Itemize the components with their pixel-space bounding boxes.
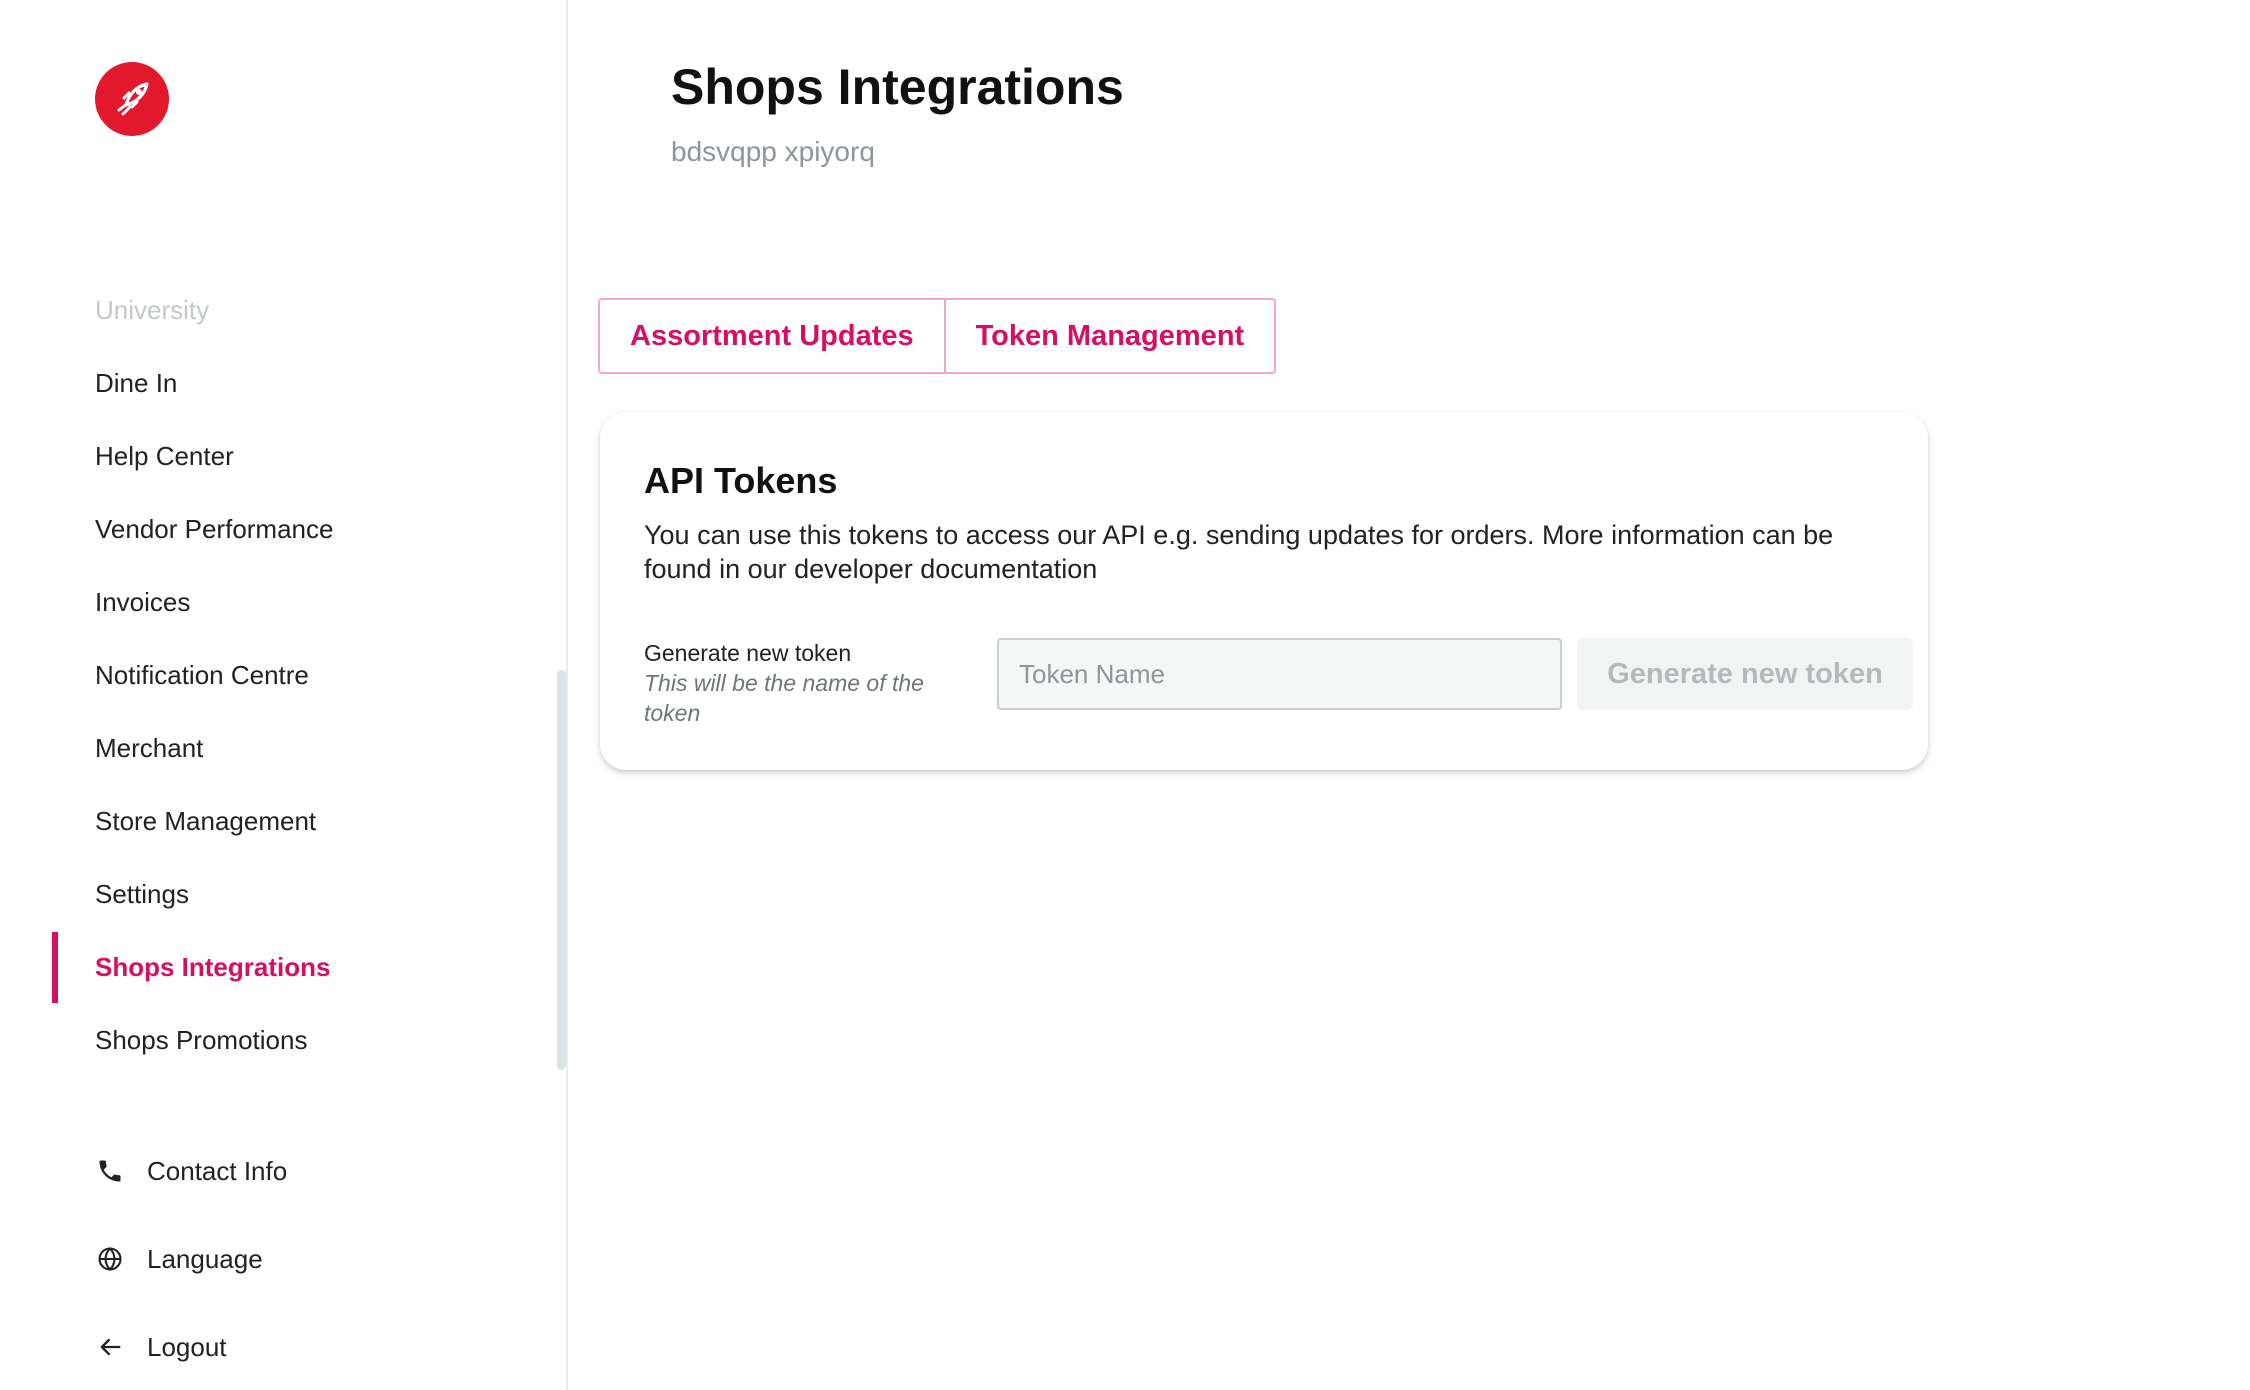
tab-assortment-updates[interactable]: Assortment Updates	[600, 300, 944, 372]
sidebar-item-merchant[interactable]: Merchant	[0, 712, 560, 785]
sidebar-item-label: University	[95, 295, 210, 325]
sidebar-item-invoices[interactable]: Invoices	[0, 566, 560, 639]
sidebar-item-notification-centre[interactable]: Notification Centre	[0, 639, 560, 712]
sidebar-bottom-nav: Contact Info Language Logout	[0, 1127, 560, 1390]
sidebar-item-label: Help Center	[95, 441, 234, 471]
logout-label: Logout	[147, 1331, 227, 1362]
brand-logo[interactable]	[95, 62, 169, 136]
sidebar-item-shops-promotions[interactable]: Shops Promotions	[0, 1004, 560, 1077]
globe-icon	[95, 1244, 125, 1274]
card-description: You can use this tokens to access our AP…	[644, 520, 1834, 584]
language-label: Language	[147, 1243, 263, 1274]
sidebar-item-label: Vendor Performance	[95, 514, 334, 544]
token-name-input[interactable]	[997, 638, 1562, 710]
sidebar-item-label: Store Management	[95, 806, 317, 836]
sidebar-item-label: Merchant	[95, 733, 204, 763]
rocket-icon	[117, 82, 149, 116]
api-tokens-card: API Tokens You can use this tokens to ac…	[600, 412, 1928, 770]
sidebar-item-label: Invoices	[95, 587, 191, 617]
generate-token-label: Generate new token	[644, 640, 852, 666]
sidebar-item-settings[interactable]: Settings	[0, 858, 560, 931]
sidebar-item-label: Shops Integrations	[95, 952, 331, 982]
generate-token-button[interactable]: Generate new token	[1577, 638, 1913, 710]
sidebar-item-store-management[interactable]: Store Management	[0, 785, 560, 858]
sidebar-item-shops-integrations[interactable]: Shops Integrations	[0, 931, 560, 1004]
arrow-left-icon	[95, 1332, 125, 1362]
page-subtitle: bdsvqpp xpiyorq	[671, 136, 875, 167]
sidebar-item-vendor-performance[interactable]: Vendor Performance	[0, 493, 560, 566]
tab-bar: Assortment Updates Token Management	[598, 298, 1277, 374]
sidebar: University Dine In Help Center Vendor Pe…	[0, 0, 568, 1390]
sidebar-scrollbar[interactable]	[557, 670, 566, 1070]
logout-link[interactable]: Logout	[0, 1303, 560, 1390]
sidebar-item-label: Settings	[95, 879, 189, 909]
sidebar-item-help-center[interactable]: Help Center	[0, 420, 560, 493]
sidebar-item-label: Dine In	[95, 368, 178, 398]
language-link[interactable]: Language	[0, 1215, 560, 1303]
generate-token-hint: This will be the name of the token	[644, 670, 924, 726]
page-title: Shops Integrations	[671, 59, 1124, 115]
sidebar-item-label: Notification Centre	[95, 660, 309, 690]
sidebar-item-label: Shops Promotions	[95, 1025, 308, 1055]
phone-icon	[95, 1156, 125, 1186]
sidebar-item-university[interactable]: University	[0, 274, 560, 347]
sidebar-item-dine-in[interactable]: Dine In	[0, 347, 560, 420]
contact-info-link[interactable]: Contact Info	[0, 1127, 560, 1215]
sidebar-nav: University Dine In Help Center Vendor Pe…	[0, 274, 560, 1077]
tab-token-management[interactable]: Token Management	[943, 300, 1275, 372]
contact-info-label: Contact Info	[147, 1155, 288, 1186]
main-content: Shops Integrations bdsvqpp xpiyorq Assor…	[570, 0, 2250, 1390]
card-title: API Tokens	[644, 460, 838, 501]
